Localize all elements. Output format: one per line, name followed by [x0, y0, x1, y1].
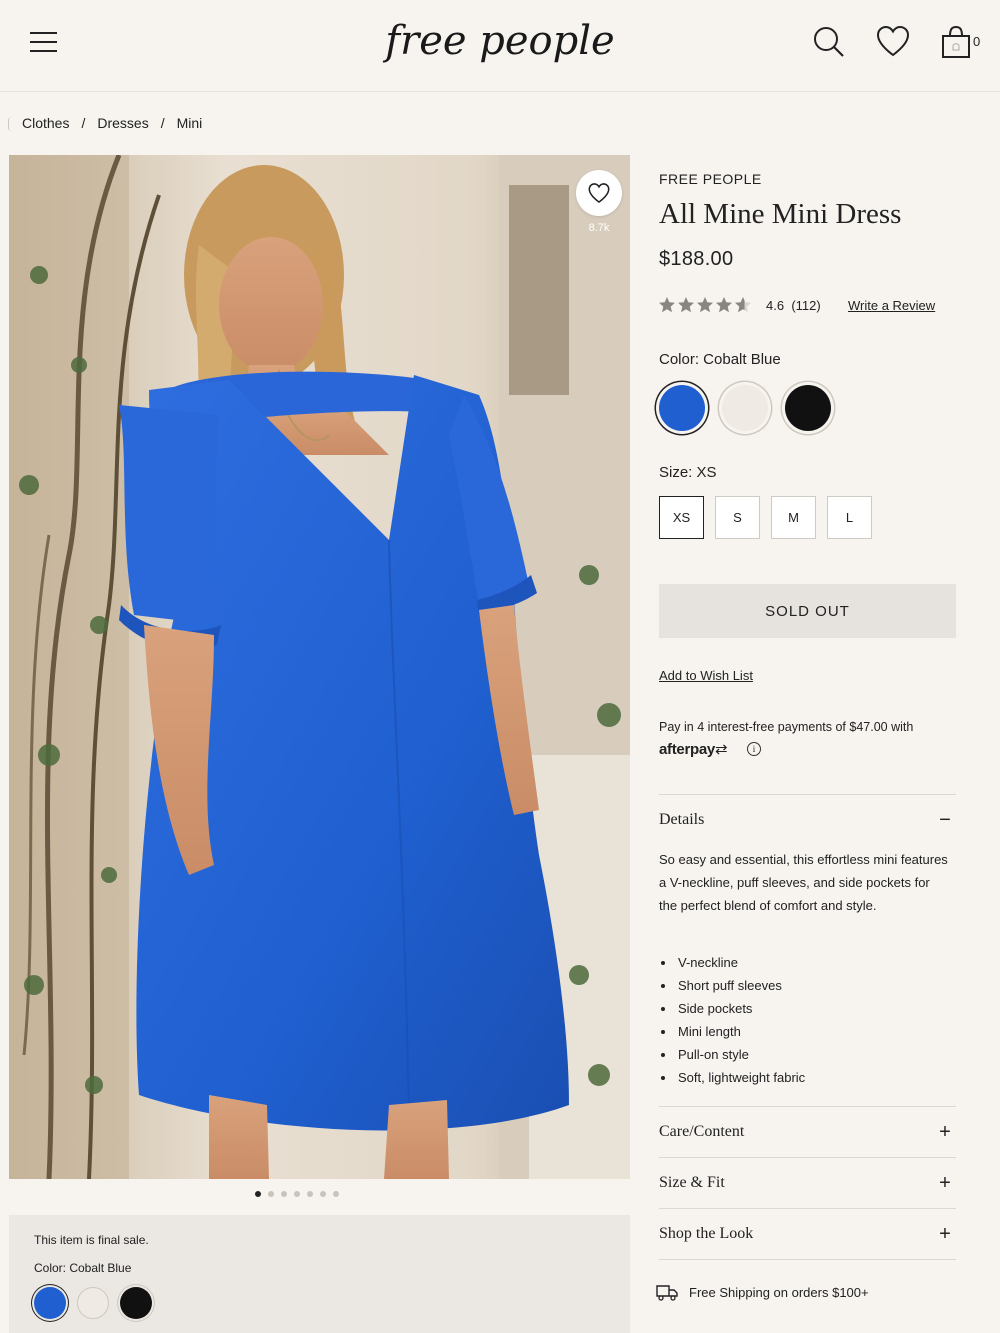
swatch-black[interactable]: [785, 385, 831, 431]
star-icon: [659, 297, 675, 313]
divider: [659, 1106, 956, 1107]
shop-the-look-title[interactable]: Shop the Look: [659, 1225, 753, 1243]
breadcrumb-separator: /: [81, 115, 86, 131]
feature-item: Side pockets: [659, 997, 805, 1020]
shopping-bag-icon[interactable]: [938, 24, 974, 60]
breadcrumb-separator: /: [160, 115, 165, 131]
add-to-wishlist-link[interactable]: Add to Wish List: [659, 668, 753, 683]
size-l-button[interactable]: L: [827, 496, 872, 539]
star-icon: [735, 297, 751, 313]
feature-item: Short puff sleeves: [659, 974, 805, 997]
feature-item: Mini length: [659, 1020, 805, 1043]
carousel-dot[interactable]: [307, 1191, 313, 1197]
care-content-title[interactable]: Care/Content: [659, 1123, 744, 1141]
details-collapse-icon[interactable]: −: [936, 810, 954, 830]
divider: [659, 1208, 956, 1209]
favorites-count: 8.7k: [588, 222, 610, 234]
mini-swatch-cobalt-blue[interactable]: [34, 1287, 66, 1319]
rating-summary: 4.6 (112): [766, 298, 821, 313]
image-carousel-dots: [255, 1191, 339, 1197]
shop-the-look-expand-icon[interactable]: +: [936, 1224, 954, 1244]
info-icon[interactable]: i: [747, 742, 761, 756]
afterpay-arrows-icon: ⇄: [714, 741, 728, 758]
breadcrumb-clothes[interactable]: Clothes: [22, 115, 69, 131]
divider: [659, 1157, 956, 1158]
product-title: All Mine Mini Dress: [659, 198, 902, 230]
product-image[interactable]: [9, 155, 630, 1179]
size-fit-expand-icon[interactable]: +: [936, 1173, 954, 1193]
breadcrumb-dresses[interactable]: Dresses: [97, 115, 148, 131]
svg-text:free people: free people: [382, 18, 614, 64]
color-label: Color: Cobalt Blue: [659, 351, 781, 368]
details-description: So easy and essential, this effortless m…: [659, 852, 948, 913]
product-price: $188.00: [659, 248, 734, 270]
product-brand[interactable]: FREE PEOPLE: [659, 171, 762, 187]
breadcrumb-mini[interactable]: Mini: [177, 115, 203, 131]
divider: [659, 794, 956, 795]
rating-value: 4.6: [766, 298, 785, 313]
heart-icon: [588, 183, 610, 204]
carousel-dot[interactable]: [320, 1191, 326, 1197]
size-s-button[interactable]: S: [715, 496, 760, 539]
search-icon[interactable]: [811, 24, 847, 60]
rating-stars[interactable]: [658, 296, 752, 314]
star-icon: [716, 297, 732, 313]
afterpay-logo: afterpay⇄: [659, 740, 728, 758]
swatch-ivory[interactable]: [722, 385, 768, 431]
final-sale-color-label: Color: Cobalt Blue: [34, 1261, 132, 1275]
shipping-banner: Free Shipping on orders $100+: [655, 1282, 869, 1302]
swatch-cobalt-blue[interactable]: [659, 385, 705, 431]
carousel-dot[interactable]: [255, 1191, 261, 1197]
carousel-dot[interactable]: [268, 1191, 274, 1197]
afterpay-brand: afterpay: [659, 741, 715, 758]
breadcrumb-edge: [8, 117, 11, 131]
sold-out-button[interactable]: SOLD OUT: [659, 584, 956, 638]
review-count: (112): [791, 298, 821, 313]
model-photo: [9, 155, 630, 1179]
star-icon: [678, 297, 694, 313]
favorite-button[interactable]: [576, 170, 622, 216]
details-feature-list: V-neckline Short puff sleeves Side pocke…: [659, 951, 805, 1089]
size-fit-title[interactable]: Size & Fit: [659, 1174, 725, 1192]
write-review-link[interactable]: Write a Review: [848, 298, 935, 313]
size-label: Size: XS: [659, 464, 717, 481]
afterpay-text: Pay in 4 interest-free payments of $47.0…: [659, 720, 914, 734]
carousel-dot[interactable]: [333, 1191, 339, 1197]
feature-item: Soft, lightweight fabric: [659, 1066, 805, 1089]
carousel-dot[interactable]: [294, 1191, 300, 1197]
mini-swatch-black[interactable]: [120, 1287, 152, 1319]
divider: [659, 1259, 956, 1260]
final-sale-panel: This item is final sale. Color: Cobalt B…: [9, 1215, 630, 1333]
free-people-logo[interactable]: free people: [350, 10, 650, 80]
shipping-text: Free Shipping on orders $100+: [689, 1284, 869, 1300]
cart-count: 0: [973, 34, 981, 49]
size-xs-button[interactable]: XS: [659, 496, 704, 539]
heart-icon[interactable]: [875, 24, 911, 60]
breadcrumb: Clothes / Dresses / Mini: [22, 115, 202, 131]
feature-item: V-neckline: [659, 951, 805, 974]
size-m-button[interactable]: M: [771, 496, 816, 539]
star-icon: [697, 297, 713, 313]
mini-swatch-ivory[interactable]: [77, 1287, 109, 1319]
site-header: free people 0: [0, 0, 1000, 92]
carousel-dot[interactable]: [281, 1191, 287, 1197]
delivery-truck-icon: [656, 1285, 678, 1301]
feature-item: Pull-on style: [659, 1043, 805, 1066]
care-content-expand-icon[interactable]: +: [936, 1122, 954, 1142]
final-sale-text: This item is final sale.: [34, 1233, 149, 1247]
menu-icon[interactable]: [30, 28, 60, 56]
details-title[interactable]: Details: [659, 811, 704, 829]
